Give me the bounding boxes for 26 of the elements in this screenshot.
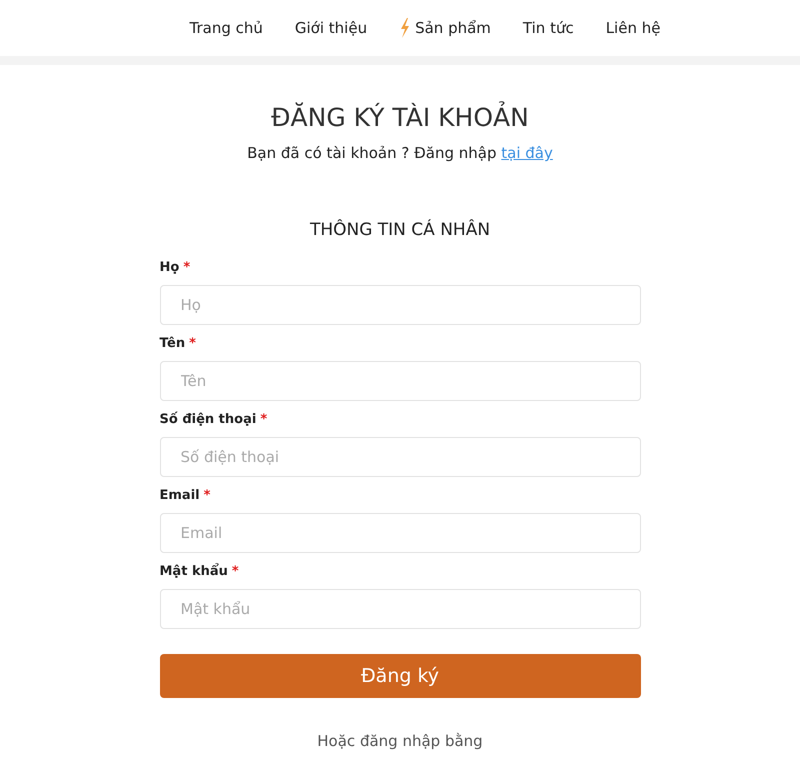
section-title: THÔNG TIN CÁ NHÂN — [310, 220, 490, 240]
lightning-icon — [399, 18, 412, 38]
register-button[interactable]: Đăng ký — [160, 654, 640, 698]
input-field[interactable]: Email — [160, 513, 640, 553]
field-label: Tên — [160, 336, 186, 351]
nav-link[interactable]: Sản phẩm — [399, 18, 491, 38]
required-asterisk: * — [232, 564, 239, 579]
page-title: ĐĂNG KÝ TÀI KHOẢN — [271, 103, 529, 132]
field-label: Họ — [160, 260, 180, 275]
input-field[interactable]: Số điện thoại — [160, 437, 640, 477]
required-asterisk: * — [204, 488, 210, 503]
nav-link[interactable]: Liên hệ — [606, 19, 660, 37]
input-field[interactable]: Tên — [160, 361, 640, 401]
login-prompt: Bạn đã có tài khoản ? Đăng nhập tại đây — [247, 144, 553, 162]
nav-link[interactable]: Tin tức — [522, 19, 574, 37]
required-asterisk: * — [183, 260, 190, 275]
field-label: Email — [160, 488, 200, 503]
required-asterisk: * — [260, 412, 268, 427]
alt-login-text: Hoặc đăng nhập bằng — [317, 732, 483, 750]
input-field[interactable]: Họ — [160, 285, 640, 325]
required-asterisk: * — [189, 336, 196, 351]
nav-link[interactable]: Trang chủ — [190, 19, 263, 37]
nav-link[interactable]: Giới thiệu — [294, 19, 368, 37]
input-field[interactable]: Mật khẩu — [160, 589, 640, 629]
field-label: Mật khẩu — [160, 564, 228, 579]
field-label: Số điện thoại — [160, 412, 256, 427]
